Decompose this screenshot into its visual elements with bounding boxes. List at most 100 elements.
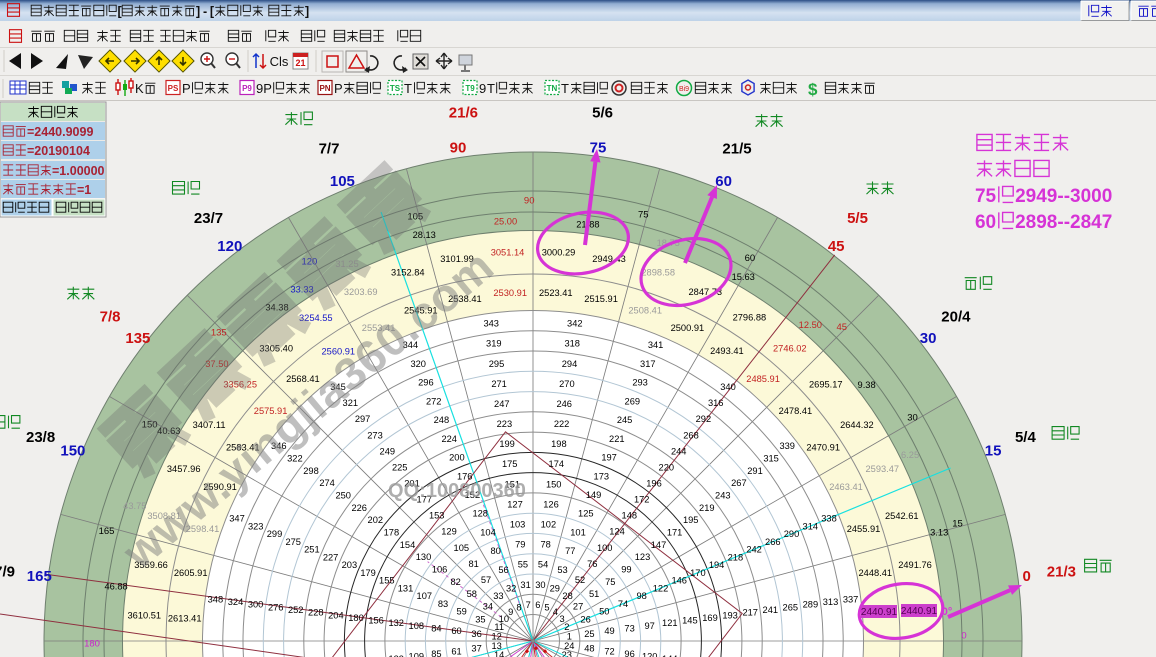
- svg-text:295: 295: [489, 359, 505, 369]
- svg-text:149: 149: [586, 490, 602, 500]
- svg-text:300: 300: [248, 600, 264, 610]
- svg-text:165: 165: [99, 526, 115, 537]
- svg-text:=1.00000: =1.00000: [52, 164, 105, 178]
- svg-text:203: 203: [342, 560, 358, 570]
- svg-text:23/7: 23/7: [194, 210, 223, 227]
- svg-text:7: 7: [526, 600, 531, 610]
- svg-text:2470.91: 2470.91: [806, 442, 840, 452]
- svg-text:130: 130: [416, 552, 432, 562]
- svg-text:244: 244: [671, 446, 687, 456]
- svg-text:36: 36: [471, 629, 481, 639]
- svg-text:2478.41: 2478.41: [779, 406, 813, 416]
- svg-text:169: 169: [702, 613, 718, 623]
- svg-text:101: 101: [570, 528, 586, 538]
- svg-text:51: 51: [589, 589, 599, 599]
- svg-text:25: 25: [584, 629, 594, 639]
- svg-text:337: 337: [843, 594, 859, 604]
- svg-text:82: 82: [451, 577, 461, 587]
- svg-text:49: 49: [604, 626, 614, 636]
- svg-text:2746.02: 2746.02: [773, 343, 807, 353]
- svg-text:2463.41: 2463.41: [829, 482, 863, 492]
- svg-text:100: 100: [597, 543, 613, 553]
- svg-text:90: 90: [450, 139, 467, 156]
- svg-text:79: 79: [515, 540, 525, 550]
- svg-text:23/8: 23/8: [26, 429, 55, 446]
- svg-text:74: 74: [618, 599, 628, 609]
- svg-text:242: 242: [746, 545, 762, 555]
- svg-text:45: 45: [828, 238, 845, 255]
- svg-text:98: 98: [637, 591, 647, 601]
- svg-text:317: 317: [640, 359, 656, 369]
- svg-text:123: 123: [635, 552, 651, 562]
- svg-text:319: 319: [486, 339, 502, 349]
- svg-text:227: 227: [323, 552, 339, 562]
- svg-text:2593.47: 2593.47: [865, 464, 899, 474]
- svg-text:48: 48: [584, 644, 594, 654]
- svg-text:43.75: 43.75: [123, 501, 146, 511]
- svg-text:271: 271: [491, 379, 507, 389]
- svg-text:105: 105: [454, 543, 470, 553]
- svg-text:32: 32: [506, 584, 516, 594]
- svg-text:200: 200: [449, 453, 465, 463]
- svg-text:297: 297: [355, 414, 371, 424]
- svg-text:294: 294: [562, 359, 578, 369]
- svg-text:292: 292: [696, 414, 712, 424]
- svg-text:5/6: 5/6: [592, 105, 613, 122]
- svg-text:104: 104: [480, 528, 496, 538]
- svg-text:218: 218: [728, 552, 744, 562]
- svg-text:122: 122: [653, 583, 669, 593]
- svg-text:296: 296: [418, 378, 434, 388]
- svg-text:2796.88: 2796.88: [733, 312, 767, 322]
- svg-text:15.63: 15.63: [732, 272, 755, 282]
- svg-text:156: 156: [368, 616, 384, 626]
- svg-text:2455.91: 2455.91: [847, 524, 881, 534]
- svg-text:343: 343: [483, 319, 499, 329]
- svg-text:219: 219: [699, 503, 715, 513]
- svg-text:15: 15: [952, 519, 963, 530]
- svg-text:57: 57: [481, 575, 491, 585]
- svg-text:2613.41: 2613.41: [168, 613, 202, 623]
- svg-text:1: 1: [567, 631, 572, 641]
- svg-text:3407.11: 3407.11: [193, 420, 226, 430]
- svg-text:173: 173: [594, 471, 610, 481]
- svg-text:275: 275: [285, 537, 301, 547]
- svg-text:3.13: 3.13: [930, 527, 948, 537]
- svg-text:135: 135: [211, 327, 227, 338]
- svg-text:TS: TS: [390, 84, 401, 93]
- svg-text:249: 249: [380, 446, 396, 456]
- svg-text:324: 324: [228, 597, 244, 607]
- svg-text:313: 313: [823, 597, 839, 607]
- svg-text:247: 247: [494, 399, 510, 409]
- svg-text:8: 8: [516, 602, 521, 612]
- svg-text:0: 0: [1023, 568, 1031, 585]
- svg-text:193: 193: [722, 610, 738, 620]
- svg-text:96: 96: [624, 649, 634, 657]
- svg-text:5/4: 5/4: [1015, 429, 1037, 446]
- svg-text:266: 266: [765, 537, 781, 547]
- svg-text:217: 217: [742, 608, 758, 618]
- svg-text:72: 72: [604, 646, 614, 656]
- svg-text:61: 61: [451, 646, 461, 656]
- svg-text:6: 6: [535, 600, 540, 610]
- svg-text:3152.84: 3152.84: [391, 267, 425, 277]
- svg-text:155: 155: [379, 576, 395, 586]
- svg-text:21/5: 21/5: [722, 141, 751, 158]
- svg-text:348: 348: [208, 594, 224, 604]
- svg-text:15: 15: [985, 442, 1002, 459]
- svg-text:7/9: 7/9: [0, 563, 15, 580]
- svg-text:120: 120: [642, 652, 658, 657]
- svg-text:5: 5: [544, 602, 549, 612]
- svg-text:54: 54: [538, 560, 548, 570]
- svg-text:221: 221: [609, 434, 625, 444]
- svg-text:2508.41: 2508.41: [628, 306, 662, 316]
- svg-text:342: 342: [567, 319, 583, 329]
- svg-text:323: 323: [248, 521, 264, 531]
- svg-text:78: 78: [541, 540, 551, 550]
- svg-text:180: 180: [348, 613, 364, 623]
- svg-text:2448.41: 2448.41: [858, 568, 892, 578]
- svg-text:60: 60: [715, 173, 732, 190]
- svg-text:34: 34: [483, 602, 493, 612]
- svg-text:224: 224: [441, 434, 457, 444]
- svg-text:270: 270: [559, 379, 575, 389]
- svg-text:20/4: 20/4: [941, 309, 971, 326]
